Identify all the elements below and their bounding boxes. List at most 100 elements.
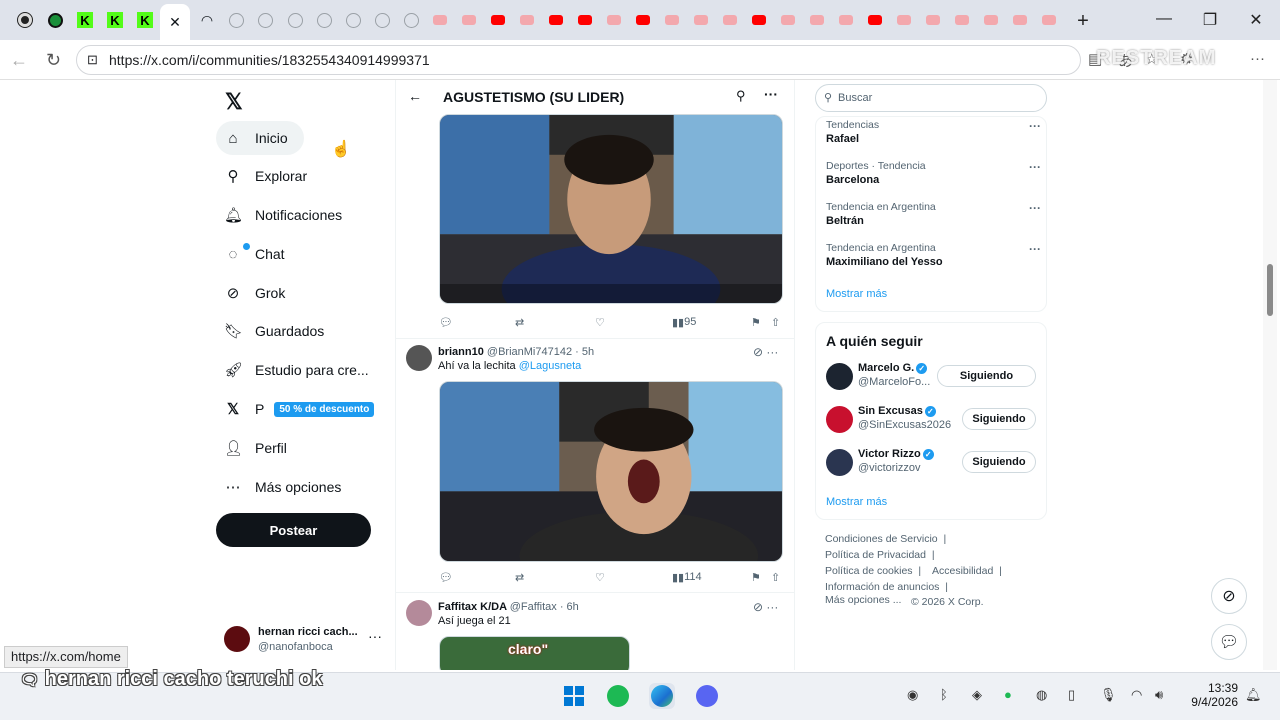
tab-youtube[interactable] <box>456 7 482 33</box>
views-icon[interactable]: ▮▮ 95 <box>672 316 696 329</box>
post-button[interactable]: Postear <box>216 513 371 547</box>
tab-youtube[interactable] <box>804 7 830 33</box>
more-icon[interactable]: ··· <box>1029 119 1041 133</box>
browser-menu-icon[interactable]: ··· <box>1250 50 1265 67</box>
url-field[interactable]: ⊡ https://x.com/i/communities/1832554340… <box>76 45 1081 75</box>
tab-globe[interactable] <box>398 7 424 33</box>
tab-youtube[interactable] <box>485 7 511 33</box>
post-media-image[interactable] <box>439 381 783 562</box>
tab-kick-1[interactable]: K <box>72 7 98 33</box>
tab-youtube[interactable] <box>659 7 685 33</box>
notification-bell-icon[interactable]: 🔔︎ <box>1245 687 1262 703</box>
reply-icon[interactable]: 💬︎ <box>439 571 453 584</box>
tab-youtube[interactable] <box>717 7 743 33</box>
footer-link[interactable]: Accesibilidad | <box>932 565 1002 577</box>
tab-youtube[interactable] <box>1036 7 1062 33</box>
tweet-author[interactable]: briann10 @BrianMi747142 · 5h <box>438 346 594 358</box>
tab-youtube[interactable] <box>775 7 801 33</box>
more-icon[interactable]: ··· <box>766 345 778 359</box>
reply-icon[interactable]: 💬︎ <box>439 316 453 329</box>
tab-youtube[interactable] <box>543 7 569 33</box>
new-tab-button[interactable]: + <box>1073 10 1093 33</box>
tab-globe[interactable] <box>252 7 278 33</box>
spotify-taskbar-button[interactable] <box>605 683 631 709</box>
tab-youtube[interactable] <box>978 7 1004 33</box>
footer-link[interactable]: Información de anuncios | <box>825 581 948 593</box>
following-button[interactable]: Siguiendo <box>937 365 1036 387</box>
discord-tray-icon[interactable]: ◍ <box>1036 687 1047 703</box>
tab-youtube[interactable] <box>920 7 946 33</box>
tray-shield-icon[interactable]: ◈ <box>972 687 982 703</box>
start-button[interactable] <box>561 683 587 709</box>
tab-youtube[interactable] <box>427 7 453 33</box>
tab-youtube[interactable] <box>630 7 656 33</box>
tab-globe[interactable] <box>282 7 308 33</box>
bluetooth-icon[interactable]: ᛒ <box>940 687 948 702</box>
avatar[interactable] <box>406 600 432 626</box>
page-scrollbar[interactable] <box>1263 80 1277 670</box>
grok-icon[interactable]: ⊘ <box>753 345 763 359</box>
tab-youtube[interactable] <box>572 7 598 33</box>
tab-soccer[interactable] <box>42 7 68 33</box>
following-button[interactable]: Siguiendo <box>962 451 1036 473</box>
tab-obs[interactable] <box>12 7 38 33</box>
share-icon[interactable]: ⇧ <box>771 571 780 584</box>
tab-youtube[interactable] <box>601 7 627 33</box>
tab-youtube[interactable] <box>833 7 859 33</box>
restore-button[interactable]: ❐ <box>1200 10 1220 30</box>
messages-float-button[interactable]: 💬︎ <box>1211 624 1247 660</box>
post-media-image[interactable] <box>439 114 783 304</box>
tab-kick-3[interactable]: K <box>132 7 158 33</box>
bookmark-icon[interactable]: ⚑ <box>751 571 761 584</box>
share-icon[interactable]: ⇧ <box>771 316 780 329</box>
more-icon[interactable]: ··· <box>1029 201 1041 215</box>
grok-float-button[interactable]: ⊘ <box>1211 578 1247 614</box>
search-input[interactable]: ⚲ Buscar <box>815 84 1047 112</box>
edge-taskbar-button[interactable] <box>649 683 675 709</box>
more-icon[interactable]: ··· <box>1029 242 1041 256</box>
footer-more-link[interactable]: Más opciones ... <box>825 594 901 606</box>
close-icon[interactable]: ✕ <box>169 14 181 31</box>
footer-link[interactable]: Política de Privacidad | <box>825 549 935 561</box>
community-timeline[interactable]: ← AGUSTETISMO (SU LIDER) ⚲ ··· 💬︎ ⇄ ♡ ▮▮… <box>395 80 795 670</box>
close-window-button[interactable]: ✕ <box>1246 10 1266 30</box>
mention-link[interactable]: @Lagusneta <box>519 360 582 372</box>
trends-show-more-link[interactable]: Mostrar más <box>826 288 887 300</box>
spotify-tray-icon[interactable]: ● <box>1004 687 1012 702</box>
tab-active-x[interactable]: ✕ <box>160 4 190 40</box>
tab-globe[interactable] <box>369 7 395 33</box>
tab-globe[interactable] <box>340 7 366 33</box>
footer-link[interactable]: Política de cookies | <box>825 565 921 577</box>
account-switcher[interactable]: hernan ricci cach... @nanofanboca ··· <box>224 618 384 658</box>
discord-taskbar-button[interactable] <box>694 683 720 709</box>
volume-icon[interactable]: 🔊︎ <box>1155 687 1163 703</box>
avatar[interactable] <box>406 345 432 371</box>
tab-youtube[interactable] <box>891 7 917 33</box>
trend-item[interactable]: Tendencia en Argentina Maximiliano del Y… <box>826 242 1041 272</box>
nav-item-perfil[interactable]: 👤︎ Perfil <box>216 431 287 465</box>
nav-item-grok[interactable]: ⊘ Grok <box>216 276 286 310</box>
follow-suggestion[interactable]: Marcelo G. ✓ @MarceloFo... Siguiendo <box>826 360 1041 394</box>
more-icon[interactable]: ··· <box>1029 160 1041 174</box>
bookmark-icon[interactable]: ⚑ <box>751 316 761 329</box>
follow-show-more-link[interactable]: Mostrar más <box>826 496 887 508</box>
avatar[interactable] <box>826 363 853 390</box>
nav-item-explorar[interactable]: ⚲ Explorar <box>216 159 308 193</box>
tray-app-icon[interactable]: ◉ <box>907 687 918 703</box>
more-icon[interactable]: ··· <box>764 86 778 102</box>
nav-item-mas-opciones[interactable]: ⋯ Más opciones <box>216 470 342 504</box>
tab-youtube[interactable] <box>949 7 975 33</box>
repost-icon[interactable]: ⇄ <box>515 571 524 584</box>
following-button[interactable]: Siguiendo <box>962 408 1036 430</box>
grok-icon[interactable]: ⊘ <box>753 600 763 614</box>
nav-item-inicio[interactable]: ⌂ Inicio <box>216 121 304 155</box>
tab-youtube[interactable] <box>688 7 714 33</box>
back-icon[interactable]: ← <box>10 50 28 71</box>
footer-link[interactable]: Condiciones de Servicio | <box>825 533 946 545</box>
site-info-icon[interactable]: ⊡ <box>87 46 98 74</box>
post-media-image[interactable]: claro" <box>439 636 630 670</box>
tab-globe[interactable] <box>223 7 249 33</box>
trend-item[interactable]: Tendencia en Argentina Beltrán ··· <box>826 201 1041 231</box>
wifi-icon[interactable]: ◠ <box>1131 687 1142 703</box>
reload-icon[interactable]: ↻ <box>46 50 61 71</box>
